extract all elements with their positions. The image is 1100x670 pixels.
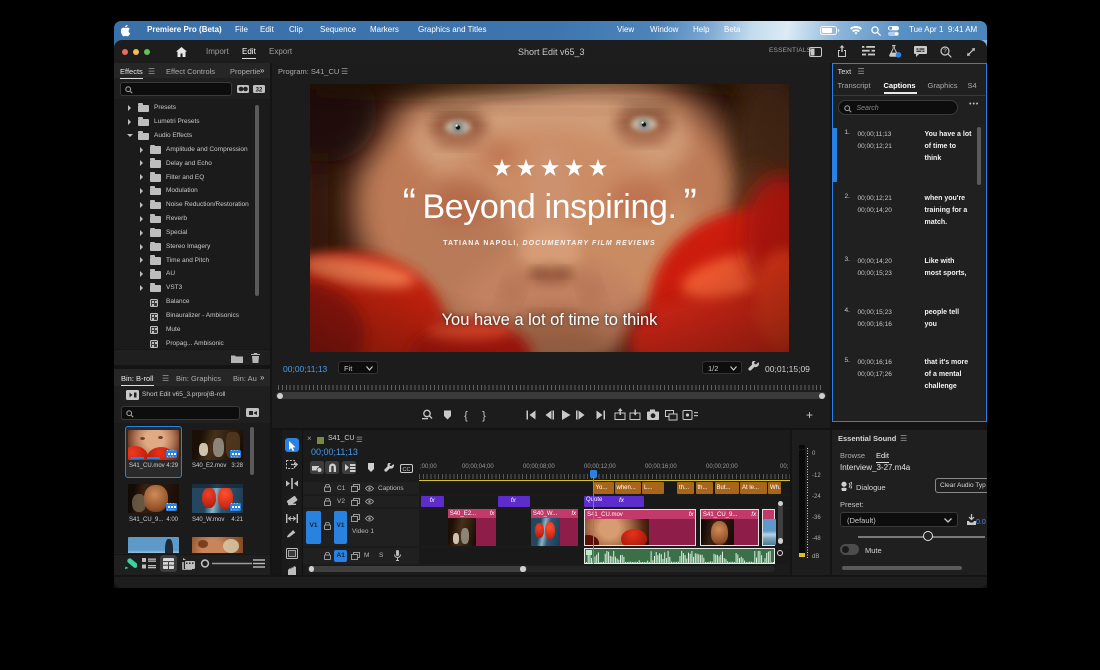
svg-text:{: { [464,410,468,422]
svg-text:}: } [482,410,486,422]
svg-text:32: 32 [256,87,263,93]
svg-text:CC: CC [403,467,411,473]
